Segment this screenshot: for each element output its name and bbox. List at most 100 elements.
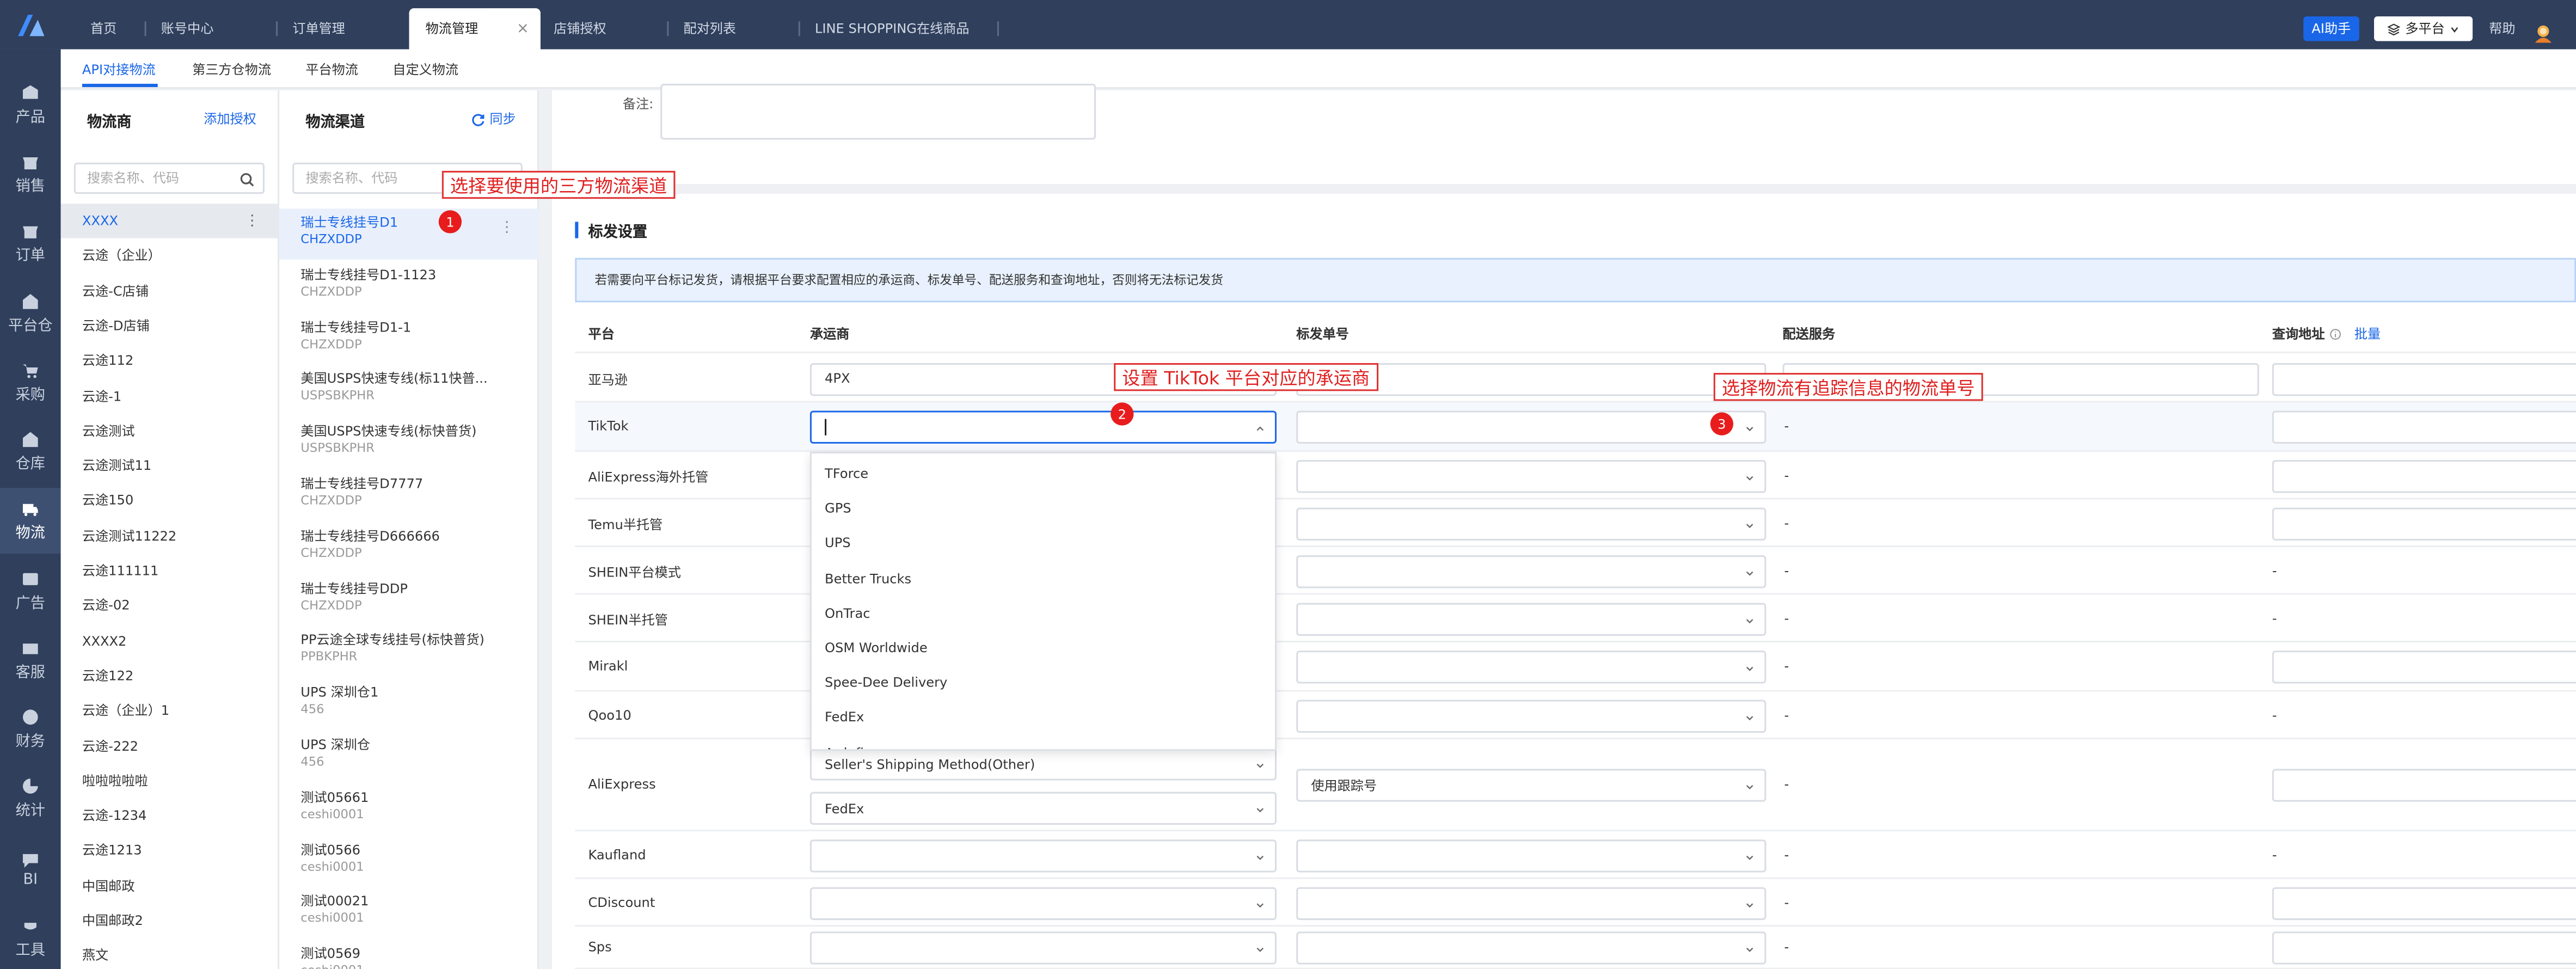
nav-logistics[interactable]: 物流 [0,488,61,554]
tab-home[interactable]: 首页 [74,8,133,49]
dropdown-option[interactable]: OnTrac [825,606,870,621]
remark-textarea[interactable] [660,83,1096,140]
nav-finance[interactable]: 财务 [0,697,61,763]
tracking-select[interactable]: 使用跟踪号 [1296,769,1767,802]
carrier-item[interactable]: 云途-C店铺 [61,274,279,308]
close-icon[interactable]: × [517,21,529,37]
carrier-item[interactable]: XXXX ⋮ [60,204,280,238]
query-url-input[interactable] [2272,886,2576,919]
query-url-input[interactable] [2272,651,2576,684]
sync-button[interactable]: 同步 [471,110,516,128]
subtab-api-logistics[interactable]: API对接物流 [82,61,156,79]
carrier-select[interactable] [809,886,1277,919]
carrier-item[interactable]: 云途-02 [61,588,279,623]
more-vertical-icon[interactable]: ⋮ [245,213,260,229]
tab-line-shopping[interactable]: LINE SHOPPING在线商品 [799,8,986,49]
carrier-item[interactable]: 云途122 [61,659,279,693]
carrier-item[interactable]: 云途-1234 [61,799,279,833]
carrier-item[interactable]: 云途112 [61,344,279,378]
channel-item[interactable]: 美国USPS快速专线(标快普货) USPSBKPHR [279,418,539,469]
channel-item[interactable]: UPS 深圳仓1 456 [279,679,539,730]
carrier-item[interactable]: 云途测试11222 [61,519,279,553]
channel-item[interactable]: 瑞士专线挂号DDP CHZXDDP [279,574,539,625]
carrier-item[interactable]: 燕文 [61,939,279,969]
channel-item[interactable]: 测试0566 ceshi0001 [279,836,539,887]
dropdown-option[interactable]: Better Trucks [825,571,911,586]
carrier-item[interactable]: 中国邮政 [61,869,279,903]
dropdown-option[interactable]: OSM Worldwide [825,641,928,655]
nav-warehouse[interactable]: 仓库 [0,419,61,485]
tab-account-center[interactable]: 账号中心 [145,8,230,49]
dropdown-option[interactable]: FedEx [825,710,864,725]
subtab-platform[interactable]: 平台物流 [305,61,358,79]
nav-ads[interactable]: 广告 [0,559,61,624]
tracking-select[interactable] [1296,699,1767,732]
tab-logistics-management[interactable]: 物流管理 × [409,8,541,50]
nav-purchase[interactable]: 采购 [0,350,61,416]
channel-item[interactable]: UPS 深圳仓 456 [279,731,539,782]
info-icon[interactable] [2330,329,2341,340]
carrier-item[interactable]: XXXX2 [61,624,279,658]
carrier-item[interactable]: 云途测试11 [61,449,279,483]
search-icon[interactable] [240,173,255,187]
dropdown-option[interactable]: Spee-Dee Delivery [825,676,947,690]
carrier-select[interactable]: FedEx [809,792,1277,825]
carrier-item[interactable]: 云途111111 [61,554,279,588]
carrier-select[interactable] [809,931,1277,965]
carrier-search-input[interactable]: 搜索名称、代码 [73,162,265,194]
carrier-item[interactable]: 云途（企业） [61,239,279,273]
query-url-input[interactable] [2272,769,2576,802]
dropdown-option[interactable]: TForce [825,467,868,481]
tab-store-auth[interactable]: 店铺授权 [537,8,623,49]
dropdown-option[interactable]: Ardufi [825,745,864,749]
tracking-select[interactable] [1296,602,1767,635]
tracking-select[interactable] [1296,651,1767,684]
carrier-item[interactable]: 云途1213 [61,833,279,868]
subtab-custom[interactable]: 自定义物流 [392,61,458,79]
nav-stats[interactable]: 统计 [0,765,61,831]
channel-item[interactable]: 测试05661 ceshi0001 [279,783,539,835]
more-vertical-icon[interactable]: ⋮ [499,220,514,236]
nav-sales[interactable]: 销售 [0,142,61,207]
tab-pairing-list[interactable]: 配对列表 [667,8,752,49]
carrier-item[interactable]: 云途150 [61,483,279,518]
platform-switcher[interactable]: 多平台 [2374,16,2473,41]
query-url-input[interactable] [2272,459,2576,492]
dropdown-option[interactable]: UPS [825,536,851,551]
carrier-item[interactable]: 云途（企业）1 [61,694,279,728]
tracking-select[interactable] [1296,554,1767,587]
nav-tools[interactable]: 工具 [0,905,61,969]
channel-item[interactable]: PP云途全球专线挂号(标快普货) PPBKPHR [279,627,539,678]
nav-bi[interactable]: BI [0,836,61,902]
tracking-select[interactable] [1296,507,1767,540]
avatar[interactable] [2534,18,2553,43]
channel-item[interactable]: 瑞士专线挂号D1-1 CHZXDDP [279,313,539,364]
tracking-select[interactable] [1296,931,1767,965]
channel-item[interactable]: 美国USPS快速专线(标11快普... USPSBKPHR [279,365,539,416]
carrier-item[interactable]: 云途-D店铺 [61,309,279,343]
query-url-input[interactable] [2272,507,2576,540]
carrier-select[interactable]: Seller's Shipping Method(Other) [809,747,1277,781]
query-url-input[interactable] [2272,931,2576,965]
channel-item[interactable]: 测试00021 ceshi0001 [279,888,539,939]
tracking-select[interactable] [1296,838,1767,872]
carrier-item[interactable]: 云途-222 [61,728,279,763]
tracking-select[interactable] [1296,886,1767,919]
add-auth-link[interactable]: 添加授权 [204,110,256,128]
ai-assistant-button[interactable]: AI助手 [2303,16,2359,41]
batch-link[interactable]: 批量 [2354,326,2381,344]
channel-item[interactable]: 瑞士专线挂号D666666 CHZXDDP [279,522,539,573]
carrier-item[interactable]: 云途测试 [61,414,279,448]
app-logo[interactable] [0,0,61,50]
carrier-item[interactable]: 云途-1 [61,379,279,413]
dropdown-option[interactable]: GPS [825,501,851,516]
carrier-select[interactable] [809,410,1277,444]
tab-order-management[interactable]: 订单管理 [276,8,361,49]
query-url-input[interactable] [2272,410,2576,444]
nav-platform-warehouse[interactable]: 平台仓 [0,281,61,347]
channel-item[interactable]: 测试0569ceshi0001 [279,940,539,969]
nav-product[interactable]: 产品 [0,72,61,138]
carrier-select[interactable] [809,838,1277,872]
nav-order[interactable]: 订单 [0,210,61,276]
query-url-input[interactable] [2272,362,2576,395]
